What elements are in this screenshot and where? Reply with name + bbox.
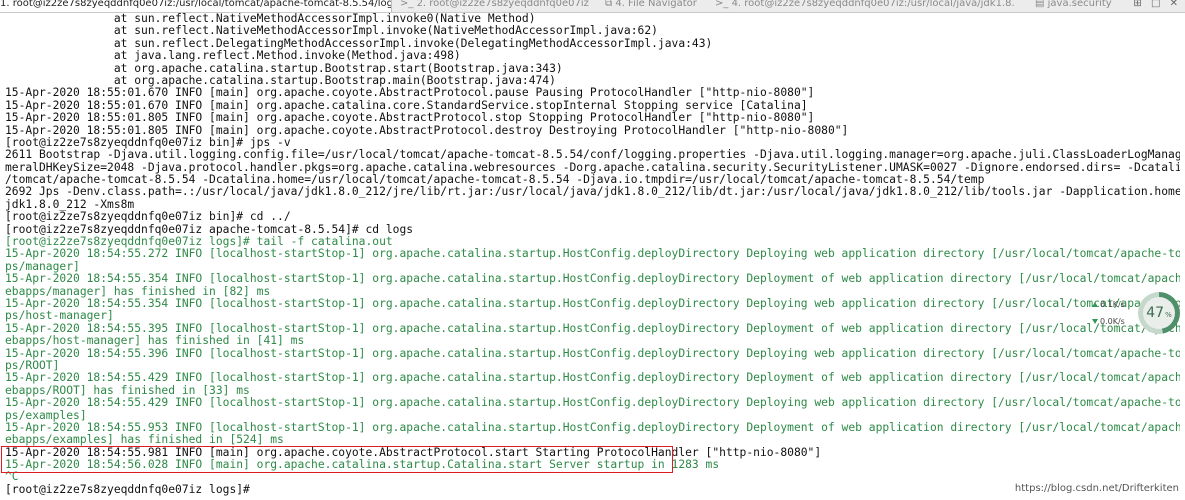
terminal-line: 15-Apr-2020 18:54:55.395 INFO [localhost… [5, 322, 1180, 335]
terminal-line: 15-Apr-2020 18:54:55.953 INFO [localhost… [5, 421, 1180, 434]
terminal-line: 15-Apr-2020 18:54:55.429 INFO [localhost… [5, 372, 1180, 385]
tab-jdk[interactable]: >_ 4. root@iz2ze7s8zyeqddnfq0e07iz:/usr/… [715, 0, 1015, 12]
terminal-line: at sun.reflect.DelegatingMethodAccessorI… [5, 37, 713, 50]
window-controls[interactable]: ⊞ □ ✕ [1133, 0, 1181, 9]
terminal-line: [root@iz2ze7s8zyeqddnfq0e07iz apache-tom… [5, 223, 414, 236]
terminal-line: 15-Apr-2020 18:55:01.670 INFO [main] org… [5, 99, 808, 112]
terminal-line: /tomcat/apache-tomcat-8.5.54 -Dcatalina.… [5, 174, 985, 187]
download-speed: 0.0K/s [1092, 317, 1125, 326]
download-unit: K/s [1112, 317, 1125, 326]
terminal-line: ps/examples] [5, 409, 87, 422]
terminal-line: [root@iz2ze7s8zyeqddnfq0e07iz bin]# cd .… [5, 211, 291, 224]
upload-speed: 0.1K/s [1092, 300, 1125, 309]
terminal-line: jdk1.8.0_212 -Xms8m [5, 198, 135, 211]
terminal-line: 15-Apr-2020 18:54:56.028 INFO [main] org… [5, 459, 720, 472]
tab-home[interactable]: >_ 2. root@iz2ze7s8zyeqddnfq0e07iz:~ [400, 0, 590, 12]
terminal-line: 15-Apr-2020 18:55:01.805 INFO [main] org… [5, 112, 815, 125]
terminal-line: at java.lang.reflect.Method.invoke(Metho… [5, 50, 461, 63]
terminal-line: [root@iz2ze7s8zyeqddnfq0e07iz bin]# jps … [5, 136, 291, 149]
terminal-line: 15-Apr-2020 18:54:55.354 INFO [localhost… [5, 297, 1180, 310]
terminal-line: 15-Apr-2020 18:54:55.429 INFO [localhost… [5, 397, 1180, 410]
network-speed-widget: 0.1K/s 0.0K/s 47% [1092, 292, 1180, 336]
terminal-icon: >_ [715, 0, 732, 9]
file-icon: ▤ [1035, 0, 1048, 9]
terminal-line: ps/ROOT] [5, 359, 60, 372]
tab-java-security[interactable]: ▤ java.security [1035, 0, 1115, 12]
terminal-line: [root@iz2ze7s8zyeqddnfq0e07iz logs]# tai… [5, 236, 393, 249]
terminal-line: ebapps/host-manager] has finished in [41… [5, 335, 305, 348]
terminal-line: 15-Apr-2020 18:54:55.396 INFO [localhost… [5, 347, 1180, 360]
terminal-line: 15-Apr-2020 18:54:55.981 INFO [main] org… [5, 446, 822, 459]
terminal-line: ^C [5, 471, 19, 484]
terminal-line: 15-Apr-2020 18:55:01.805 INFO [main] org… [5, 124, 849, 137]
tab-label: java.security [1047, 0, 1112, 9]
tab-label: 2. root@iz2ze7s8zyeqddnfq0e07iz:~ [416, 0, 590, 9]
terminal-line: ebapps/examples] has finished in [524] m… [5, 434, 284, 447]
gauge-center: 47% [1143, 297, 1175, 329]
terminal-line: [root@iz2ze7s8zyeqddnfq0e07iz logs]# [5, 483, 250, 496]
terminal-line: ps/manager] [5, 260, 80, 273]
terminal-output[interactable]: at sun.reflect.NativeMethodAccessorImpl.… [5, 13, 1180, 500]
terminal-line: ebapps/ROOT] has finished in [33] ms [5, 384, 250, 397]
download-value: 0.0 [1100, 317, 1113, 326]
tab-label: 4. root@iz2ze7s8zyeqddnfq0e07iz:/usr/loc… [731, 0, 1015, 9]
tab-label: 4. File Navigator [615, 0, 697, 9]
terminal-line: at sun.reflect.NativeMethodAccessorImpl.… [5, 25, 658, 38]
terminal-line: at org.apache.catalina.startup.Bootstrap… [5, 74, 556, 87]
terminal-line: 15-Apr-2020 18:54:55.354 INFO [localhost… [5, 273, 1180, 286]
tab-bar: 1. root@iz2ze7s8zyeqddnfq0e07iz:/usr/loc… [0, 0, 1185, 13]
terminal-line: 15-Apr-2020 18:54:55.272 INFO [localhost… [5, 248, 1180, 261]
folder-icon: ⧉ [605, 0, 616, 9]
terminal-line: meralDHKeySize=2048 -Djava.protocol.hand… [5, 161, 1180, 174]
tab-logs[interactable]: 1. root@iz2ze7s8zyeqddnfq0e07iz:/usr/loc… [0, 0, 392, 12]
terminal-line: ps/host-manager] [5, 310, 114, 323]
arrow-down-icon [1092, 319, 1098, 324]
gauge-unit: % [1165, 311, 1172, 319]
upload-value: 0.1 [1100, 300, 1113, 309]
terminal-line: 2611 Bootstrap -Djava.util.logging.confi… [5, 149, 1180, 162]
cpu-gauge: 47% [1138, 292, 1180, 334]
watermark: https://blog.csdn.net/Drifterkiten [1014, 483, 1179, 494]
terminal-line: ebapps/manager] has finished in [82] ms [5, 285, 271, 298]
terminal-line: at org.apache.catalina.startup.Bootstrap… [5, 62, 563, 75]
terminal-line: 15-Apr-2020 18:55:01.670 INFO [main] org… [5, 87, 815, 100]
arrow-up-icon [1092, 302, 1098, 307]
tab-file-navigator[interactable]: ⧉ 4. File Navigator [605, 0, 705, 12]
terminal-line: at sun.reflect.NativeMethodAccessorImpl.… [5, 13, 536, 25]
terminal-icon: >_ [400, 0, 417, 9]
gauge-percent: 47 [1146, 305, 1165, 321]
terminal-line: 2692 Jps -Denv.class.path=.:/usr/local/j… [5, 186, 1180, 199]
upload-unit: K/s [1112, 300, 1125, 309]
tab-label: 1. root@iz2ze7s8zyeqddnfq0e07iz:/usr/loc… [0, 0, 392, 9]
